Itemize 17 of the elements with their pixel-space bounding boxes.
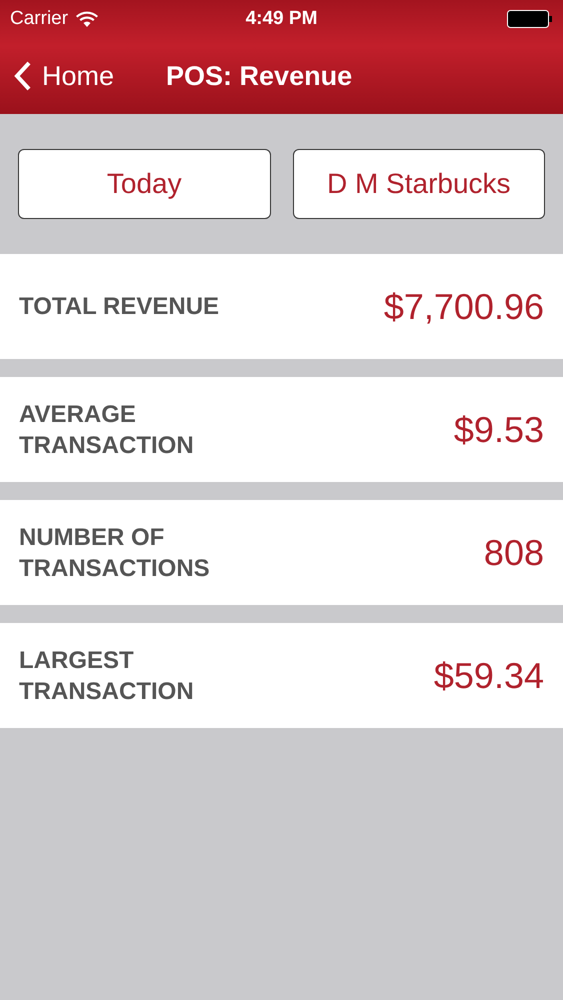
metric-value: $7,700.96 — [384, 286, 544, 328]
status-time: 4:49 PM — [246, 8, 318, 30]
battery-icon — [507, 10, 553, 28]
metric-value: $59.34 — [434, 654, 544, 696]
metric-value: 808 — [484, 532, 544, 574]
chevron-left-icon — [14, 61, 32, 91]
filter-button[interactable]: D M Starbucks — [292, 149, 545, 219]
filter-button[interactable]: Today — [18, 149, 270, 219]
screen-title: POS: Revenue — [166, 60, 352, 92]
carrier-name: Carrier — [10, 8, 68, 30]
metric-label: AVERAGE TRANSACTION — [19, 400, 194, 460]
back-button[interactable]: Home — [14, 60, 114, 92]
metric-label: LARGEST TRANSACTION — [19, 646, 194, 706]
metric-label: NUMBER OF TRANSACTIONS — [19, 522, 210, 584]
metric-label: TOTAL REVENUE — [19, 292, 220, 322]
metric-value: $9.53 — [454, 408, 544, 450]
wifi-icon — [76, 11, 98, 27]
